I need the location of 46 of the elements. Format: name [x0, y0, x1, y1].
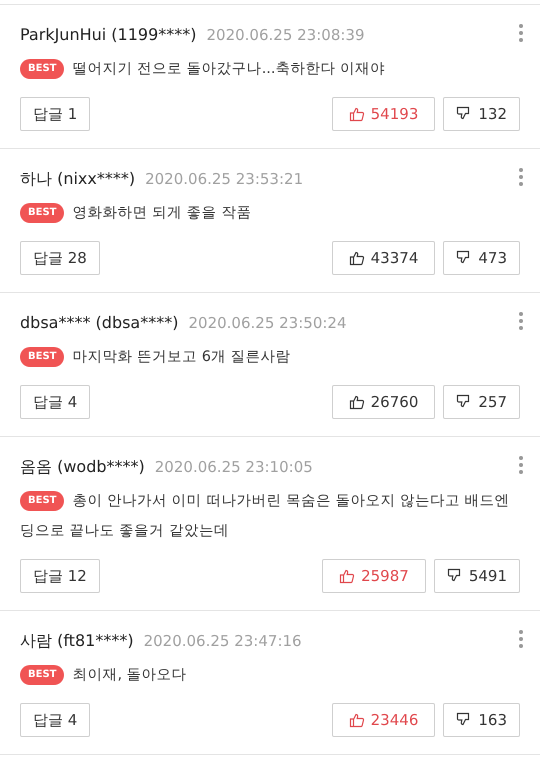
- thumbs-down-icon: [446, 568, 463, 584]
- comment-text: BEST 최이재, 돌아오다: [20, 660, 520, 690]
- dislike-button[interactable]: 132: [443, 97, 520, 131]
- comment-text: BEST 영화화하면 되게 좋을 작품: [20, 198, 520, 228]
- dislike-button[interactable]: 473: [443, 241, 520, 275]
- dislike-button[interactable]: 5491: [434, 559, 520, 593]
- dislike-button[interactable]: 257: [443, 385, 520, 419]
- like-button[interactable]: 26760: [332, 385, 436, 419]
- timestamp: 2020.06.25 23:10:05: [154, 458, 313, 476]
- comment-text: BEST 마지막화 뜬거보고 6개 질른사람: [20, 342, 520, 372]
- reply-button[interactable]: 답글 12: [20, 559, 100, 593]
- timestamp: 2020.06.25 23:08:39: [206, 26, 365, 44]
- more-options-icon[interactable]: [518, 629, 524, 649]
- reply-button[interactable]: 답글 28: [20, 241, 100, 275]
- thumbs-up-icon: [348, 250, 365, 266]
- author-name: dbsa**** (dbsa****): [20, 313, 178, 332]
- author-name: ParkJunHui (1199****): [20, 25, 196, 44]
- thumbs-up-icon: [348, 712, 365, 728]
- timestamp: 2020.06.25 23:53:21: [145, 170, 304, 188]
- reply-button[interactable]: 답글 4: [20, 703, 90, 737]
- reply-button[interactable]: 답글 1: [20, 97, 90, 131]
- comment-text: BEST 떨어지기 전으로 돌아갔구나...축하한다 이재야: [20, 54, 520, 84]
- best-badge: BEST: [20, 665, 64, 685]
- more-options-icon[interactable]: [518, 311, 524, 331]
- author-name: 하나 (nixx****): [20, 169, 136, 190]
- like-button[interactable]: 43374: [332, 241, 436, 275]
- comment-text: BEST 총이 안나가서 이미 떠나가버린 목숨은 돌아오지 않는다고 배드엔딩으로 끝나도 좋을거 같았는데: [20, 490, 511, 541]
- like-button[interactable]: 23446: [332, 703, 436, 737]
- more-options-icon[interactable]: [518, 23, 524, 43]
- more-options-icon[interactable]: [518, 167, 524, 187]
- best-badge: BEST: [20, 203, 64, 223]
- like-button[interactable]: 54193: [332, 97, 436, 131]
- timestamp: 2020.06.25 23:47:16: [144, 632, 302, 650]
- reply-button[interactable]: 답글 4: [20, 385, 90, 419]
- thumbs-up-icon: [339, 568, 356, 584]
- like-button[interactable]: 25987: [322, 559, 426, 593]
- author-name: 옴옴 (wodb****): [20, 457, 145, 478]
- best-badge: BEST: [20, 347, 64, 367]
- thumbs-up-icon: [348, 106, 365, 122]
- best-badge: BEST: [20, 491, 64, 511]
- timestamp: 2020.06.25 23:50:24: [188, 314, 347, 332]
- author-name: 사람 (ft81****): [20, 631, 134, 652]
- thumbs-up-icon: [348, 394, 365, 410]
- best-badge: BEST: [20, 59, 64, 79]
- more-options-icon[interactable]: [518, 455, 524, 475]
- dislike-button[interactable]: 163: [443, 703, 520, 737]
